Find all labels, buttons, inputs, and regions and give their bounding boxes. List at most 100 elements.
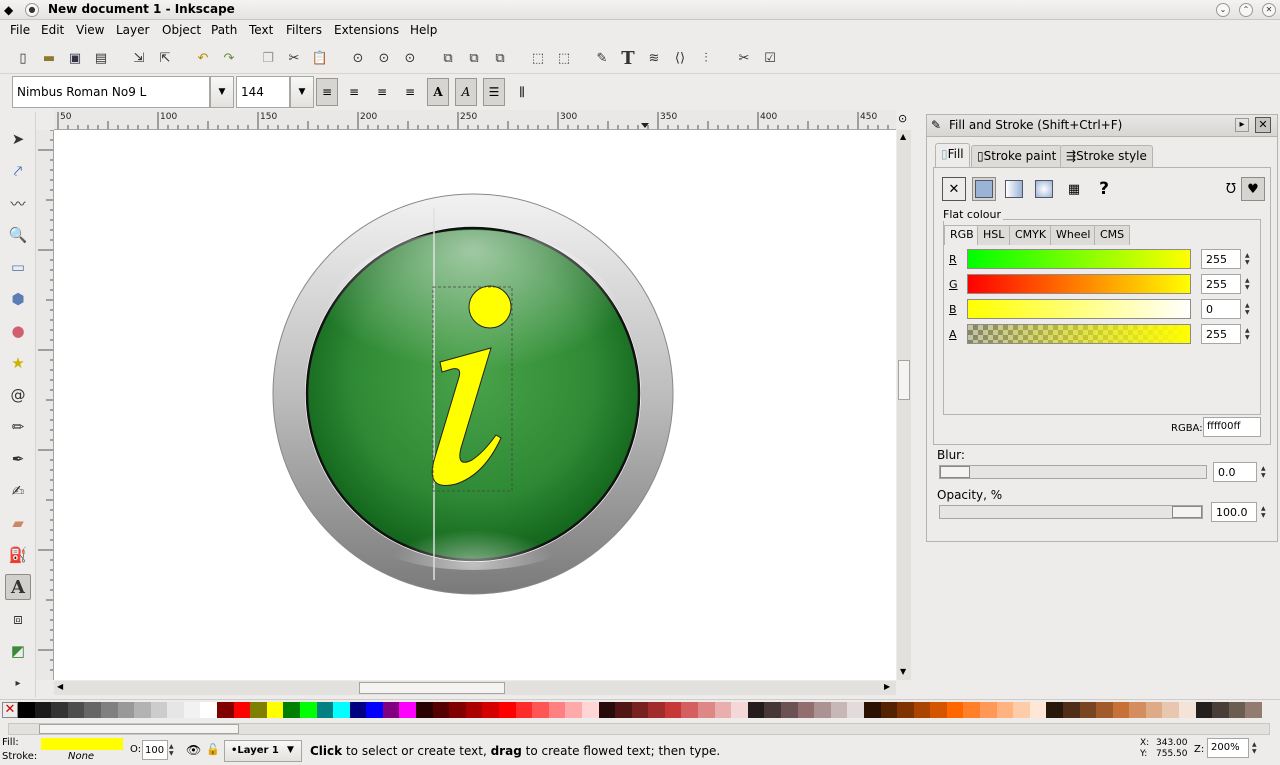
menu-text[interactable]: Text (249, 23, 273, 37)
fill-rule-evenodd-icon[interactable]: Ʊ (1219, 177, 1243, 201)
clone-icon[interactable]: ⧉ (464, 48, 484, 68)
palette-swatch[interactable] (897, 702, 915, 718)
zoom-spin-icon[interactable]: ▲ ▼ (1252, 741, 1257, 755)
a-slider[interactable] (967, 324, 1191, 344)
palette-swatch[interactable] (233, 702, 251, 718)
palette-swatch[interactable] (416, 702, 434, 718)
r-value-input[interactable]: 255 (1201, 249, 1241, 269)
palette-swatch[interactable] (648, 702, 666, 718)
menu-file[interactable]: File (10, 23, 30, 37)
flat-colour-icon[interactable] (972, 177, 996, 201)
zoom-corner-icon[interactable]: ⊙ (898, 112, 907, 125)
text-tool-icon[interactable]: A (5, 574, 31, 600)
blur-slider[interactable] (939, 465, 1207, 479)
palette-swatch[interactable] (84, 702, 102, 718)
open-icon[interactable]: ▬ (39, 48, 59, 68)
palette-swatch[interactable] (664, 702, 682, 718)
panel-collapse-icon[interactable]: ▸ (1235, 118, 1249, 132)
tab-cmyk[interactable]: CMYK (1009, 225, 1053, 245)
scroll-right-icon[interactable]: ▶ (884, 682, 890, 691)
unknown-paint-icon[interactable]: ? (1092, 177, 1116, 201)
palette-swatch[interactable] (946, 702, 964, 718)
new-document-icon[interactable]: ▯ (13, 48, 33, 68)
scroll-thumb[interactable] (359, 682, 505, 694)
tab-hsl[interactable]: HSL (977, 225, 1011, 245)
align-center-icon[interactable]: ≡ (343, 78, 365, 106)
vertical-text-icon[interactable]: ⫼ (511, 78, 533, 106)
calligraphy-tool-icon[interactable]: ✍ (5, 478, 31, 504)
radial-gradient-icon[interactable] (1032, 177, 1056, 201)
palette-swatch[interactable] (482, 702, 500, 718)
scroll-up-icon[interactable]: ▲ (900, 132, 906, 141)
palette-swatch[interactable] (581, 702, 599, 718)
palette-swatch[interactable] (930, 702, 948, 718)
palette-swatch[interactable] (863, 702, 881, 718)
palette-swatch[interactable] (1062, 702, 1080, 718)
text-font-icon[interactable]: T (618, 48, 638, 69)
duplicate-icon[interactable]: ⧉ (438, 48, 458, 68)
menu-extensions[interactable]: Extensions (334, 23, 399, 37)
document-properties-icon[interactable]: ☑ (760, 48, 780, 68)
eraser-tool-icon[interactable]: ▰ (5, 510, 31, 536)
stroke-indicator-value[interactable]: None (68, 751, 94, 762)
palette-swatch[interactable] (548, 702, 566, 718)
3d-box-tool-icon[interactable]: ⬢ (5, 286, 31, 312)
palette-swatch[interactable] (880, 702, 898, 718)
zoom-input[interactable]: 200% (1207, 738, 1249, 758)
tab-rgb[interactable]: RGB (944, 225, 980, 245)
palette-swatch[interactable] (631, 702, 649, 718)
italic-icon[interactable]: A (455, 78, 477, 106)
palette-swatch[interactable] (615, 702, 633, 718)
tab-stroke-style[interactable]: ⇶Stroke style (1060, 145, 1153, 167)
palette-swatch[interactable] (399, 702, 417, 718)
font-size-input[interactable]: 144 (236, 76, 290, 108)
palette-swatch[interactable] (963, 702, 981, 718)
palette-swatch[interactable] (200, 702, 218, 718)
zoom-selection-icon[interactable]: ⊙ (348, 48, 368, 68)
palette-swatch[interactable] (266, 702, 284, 718)
palette-swatch[interactable] (51, 702, 69, 718)
g-value-input[interactable]: 255 (1201, 274, 1241, 294)
palette-swatch[interactable] (217, 702, 235, 718)
opacity-status-spin-icon[interactable]: ▲ ▼ (169, 743, 174, 757)
palette-swatch[interactable] (1212, 702, 1230, 718)
palette-swatch[interactable] (515, 702, 533, 718)
linear-gradient-icon[interactable] (1002, 177, 1026, 201)
redo-icon[interactable]: ↷ (219, 48, 239, 68)
palette-swatch[interactable] (731, 702, 749, 718)
a-spin-arrows-icon[interactable]: ▲ ▼ (1245, 327, 1250, 341)
palette-swatch[interactable] (465, 702, 483, 718)
palette-scroll-thumb[interactable] (39, 724, 239, 734)
palette-swatch[interactable] (34, 702, 52, 718)
palette-swatch[interactable] (250, 702, 268, 718)
palette-swatch[interactable] (1228, 702, 1246, 718)
palette-swatch[interactable] (764, 702, 782, 718)
window-menu-button[interactable]: ● (25, 3, 39, 17)
panel-close-icon[interactable]: ✕ (1255, 117, 1271, 133)
maximize-button[interactable]: ⌃ (1239, 3, 1253, 17)
no-color-icon[interactable]: ✕ (2, 702, 18, 718)
print-icon[interactable]: ▤ (91, 48, 111, 68)
r-slider[interactable] (967, 249, 1191, 269)
palette-swatch[interactable] (167, 702, 185, 718)
vertical-scrollbar[interactable]: ▲ ▼ (897, 130, 911, 680)
palette-swatch[interactable] (283, 702, 301, 718)
palette-swatch[interactable] (913, 702, 931, 718)
cut-icon[interactable]: ✂ (284, 48, 304, 68)
palette-swatch[interactable] (1096, 702, 1114, 718)
bold-icon[interactable]: A (427, 78, 449, 106)
tab-cms[interactable]: CMS (1094, 225, 1131, 245)
rectangle-tool-icon[interactable]: ▭ (5, 254, 31, 280)
zoom-tool-icon[interactable]: 🔍 (5, 222, 31, 248)
save-icon[interactable]: ▣ (65, 48, 85, 68)
palette-swatch[interactable] (698, 702, 716, 718)
tab-wheel[interactable]: Wheel (1050, 225, 1097, 245)
scroll-thumb[interactable] (898, 360, 910, 400)
palette-swatch[interactable] (996, 702, 1014, 718)
menu-edit[interactable]: Edit (41, 23, 64, 37)
canvas[interactable] (54, 130, 896, 680)
tab-fill[interactable]: ▯Fill (935, 143, 970, 167)
scroll-down-icon[interactable]: ▼ (900, 667, 906, 676)
palette-swatch[interactable] (183, 702, 201, 718)
palette-swatch[interactable] (299, 702, 317, 718)
